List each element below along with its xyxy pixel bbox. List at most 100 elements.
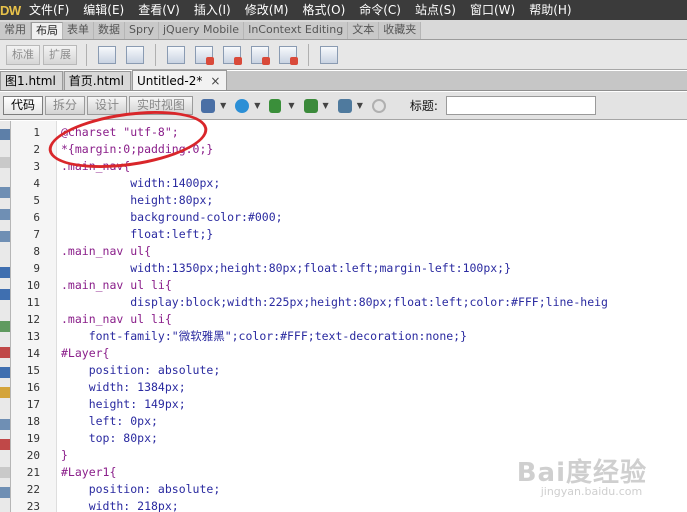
line-number: 20 <box>26 449 40 462</box>
title-label: 标题: <box>409 99 438 113</box>
highlight-invalid-code-icon[interactable] <box>0 347 10 358</box>
watermark-brand: Bai度经验 <box>516 458 647 488</box>
word-wrap-icon[interactable] <box>0 367 10 378</box>
insert-row-above-icon[interactable] <box>195 45 214 65</box>
line-number: 3 <box>33 160 40 173</box>
code-line[interactable]: width: 218px; <box>61 498 687 512</box>
syntax-coloring-icon[interactable] <box>0 387 10 398</box>
insert-ap-div-icon[interactable] <box>126 45 144 64</box>
document-toolbar: 代码 拆分 设计 实时视图 ▼ ▼ ▼ ▼ ▼ 标题: <box>0 92 687 120</box>
standard-mode-button[interactable]: 标准 <box>6 44 40 65</box>
menu-window[interactable]: 窗口(W) <box>463 0 522 20</box>
code-line[interactable]: width: 1384px; <box>61 379 687 396</box>
menu-modify[interactable]: 修改(M) <box>238 0 296 20</box>
code-line[interactable]: height:80px; <box>61 192 687 209</box>
insert-tab-forms[interactable]: 表单 <box>63 22 94 39</box>
open-documents-icon[interactable] <box>0 129 10 140</box>
insert-column-right-icon[interactable] <box>279 45 298 65</box>
code-line[interactable]: width:1400px; <box>61 175 687 192</box>
code-line[interactable]: .main_nav ul li{ <box>61 277 687 294</box>
document-tab-label: Untitled-2* <box>136 73 203 88</box>
expand-all-icon[interactable] <box>0 231 10 242</box>
chevron-down-icon[interactable]: ▼ <box>220 101 226 110</box>
insert-div-icon[interactable] <box>98 45 116 64</box>
collapse-selection-icon[interactable] <box>0 209 10 220</box>
collapse-tag-icon[interactable] <box>0 187 10 198</box>
live-view-button[interactable]: 实时视图 <box>129 96 194 115</box>
insert-tab-common[interactable]: 常用 <box>0 22 31 39</box>
check-browser-compatibility-icon[interactable] <box>336 97 356 115</box>
menu-insert[interactable]: 插入(I) <box>187 0 238 20</box>
line-number: 7 <box>33 228 40 241</box>
insert-tab-text[interactable]: 文本 <box>348 22 380 39</box>
menu-edit[interactable]: 编辑(E) <box>76 0 131 20</box>
insert-table-icon[interactable] <box>167 45 185 64</box>
code-line[interactable]: .main_nav{ <box>61 158 687 175</box>
chevron-down-icon[interactable]: ▼ <box>357 101 363 110</box>
code-line[interactable]: .main_nav ul{ <box>61 243 687 260</box>
line-number: 17 <box>26 398 40 411</box>
code-line[interactable]: background-color:#000; <box>61 209 687 226</box>
insert-row-below-icon[interactable] <box>223 45 242 65</box>
code-line[interactable]: font-family:"微软雅黑";color:#FFF;text-decor… <box>61 328 687 345</box>
insert-column-left-icon[interactable] <box>251 45 270 65</box>
file-management-icon[interactable] <box>267 97 287 115</box>
code-line[interactable]: top: 80px; <box>61 430 687 447</box>
insert-tab-incontext-editing[interactable]: InContext Editing <box>244 22 349 39</box>
menu-bar: DW 文件(F) 编辑(E) 查看(V) 插入(I) 修改(M) 格式(O) 命… <box>0 0 687 20</box>
toolbar-divider <box>86 43 87 66</box>
code-line[interactable]: height: 149px; <box>61 396 687 413</box>
code-line[interactable]: *{margin:0;padding:0;} <box>61 141 687 158</box>
chevron-down-icon[interactable]: ▼ <box>323 101 329 110</box>
insert-tab-jquery-mobile[interactable]: jQuery Mobile <box>159 22 245 39</box>
insert-tab-layout[interactable]: 布局 <box>31 22 63 39</box>
code-line[interactable]: @charset "utf-8"; <box>61 124 687 141</box>
split-view-button[interactable]: 拆分 <box>45 96 86 115</box>
iframe-icon[interactable] <box>320 45 338 64</box>
code-line[interactable]: float:left;} <box>61 226 687 243</box>
line-number: 8 <box>33 245 40 258</box>
document-tab-active[interactable]: Untitled-2* × <box>131 70 228 90</box>
chevron-down-icon[interactable]: ▼ <box>288 101 294 110</box>
insert-tab-favorites[interactable]: 收藏夹 <box>379 22 422 39</box>
multiscreen-icon[interactable] <box>199 97 219 115</box>
w3c-validation-icon[interactable] <box>302 97 322 115</box>
code-line[interactable]: width:1350px;height:80px;float:left;marg… <box>61 260 687 277</box>
menu-commands[interactable]: 命令(C) <box>352 0 408 20</box>
insert-tab-data[interactable]: 数据 <box>94 22 125 39</box>
menu-help[interactable]: 帮助(H) <box>522 0 578 20</box>
code-line[interactable]: position: absolute; <box>61 362 687 379</box>
code-line[interactable]: #Layer{ <box>61 345 687 362</box>
document-tab[interactable]: 首页.html <box>63 71 131 90</box>
line-numbers-icon[interactable] <box>0 321 10 332</box>
preview-browser-icon[interactable] <box>233 97 253 115</box>
code-line[interactable]: .main_nav ul li{ <box>61 311 687 328</box>
code-view-button[interactable]: 代码 <box>3 96 44 115</box>
line-number: 10 <box>26 279 40 292</box>
menu-file[interactable]: 文件(F) <box>22 0 76 20</box>
close-tab-icon[interactable]: × <box>210 72 220 90</box>
design-view-button[interactable]: 设计 <box>87 96 128 115</box>
line-number: 9 <box>33 262 40 275</box>
select-parent-tag-icon[interactable] <box>0 267 10 278</box>
wrap-tag-icon[interactable] <box>0 467 10 478</box>
expanded-mode-button[interactable]: 扩展 <box>43 44 77 65</box>
code-line[interactable]: left: 0px; <box>61 413 687 430</box>
line-number: 22 <box>26 483 40 496</box>
remove-comment-icon[interactable] <box>0 439 10 450</box>
menu-format[interactable]: 格式(O) <box>295 0 352 20</box>
document-title-field[interactable] <box>445 96 596 115</box>
show-code-navigator-icon[interactable] <box>0 157 10 168</box>
balance-braces-icon[interactable] <box>0 289 10 300</box>
refresh-icon[interactable] <box>370 97 390 115</box>
menu-site[interactable]: 站点(S) <box>408 0 463 20</box>
menu-view[interactable]: 查看(V) <box>131 0 187 20</box>
chevron-down-icon[interactable]: ▼ <box>254 101 260 110</box>
recent-snippets-icon[interactable] <box>0 487 10 498</box>
line-number: 11 <box>26 296 40 309</box>
document-tab[interactable]: 图1.html <box>0 71 63 90</box>
code-line[interactable]: display:block;width:225px;height:80px;fl… <box>61 294 687 311</box>
apply-comment-icon[interactable] <box>0 419 10 430</box>
insert-tab-spry[interactable]: Spry <box>125 22 159 39</box>
insert-toolbar: 标准 扩展 <box>0 40 687 70</box>
